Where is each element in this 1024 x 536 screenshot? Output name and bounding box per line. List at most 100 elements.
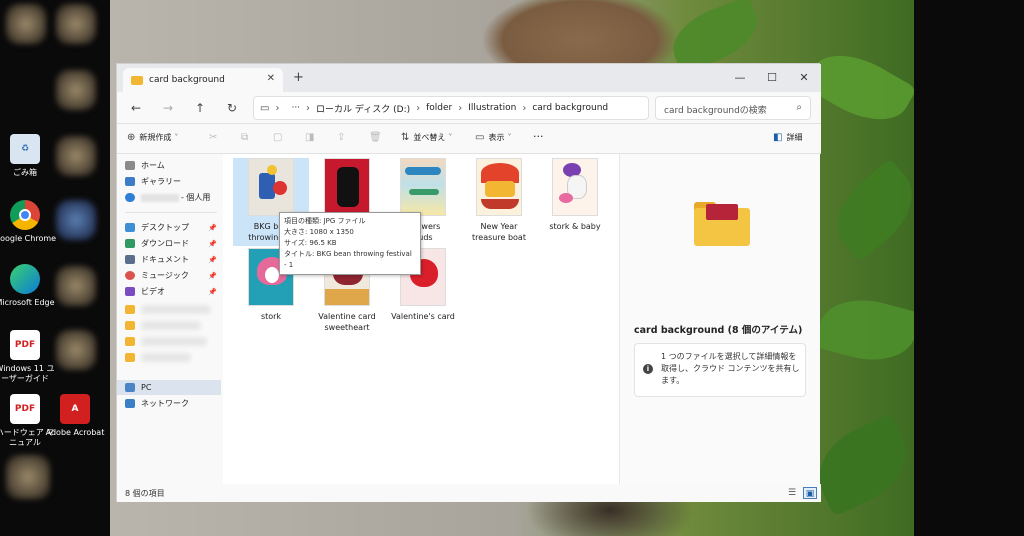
details-pane-icon: ◧: [773, 132, 783, 143]
rename-button[interactable]: ◨: [305, 132, 318, 143]
blurred-icon: [56, 70, 96, 110]
cut-button[interactable]: ✂: [209, 132, 221, 143]
breadcrumb-illustration[interactable]: Illustration: [468, 103, 516, 113]
sidebar-item-label: ギャラリー: [141, 177, 181, 186]
sidebar-item-videos[interactable]: ビデオ 📌: [125, 284, 221, 299]
search-input[interactable]: card backgroundの検索 ⌕: [655, 96, 811, 120]
sidebar-item-desktop[interactable]: デスクトップ 📌: [125, 220, 221, 235]
list-icon: ☰: [787, 488, 797, 498]
tab-card-background[interactable]: card background ✕: [123, 68, 283, 92]
paste-icon: ▢: [273, 132, 283, 143]
desktop-icon-label: Windows 11 ユーザーガイド: [0, 364, 55, 383]
back-button[interactable]: ←: [127, 100, 145, 116]
desktop-icon-label: Adobe Acrobat: [45, 428, 105, 437]
chevron-right-icon: ›: [458, 102, 463, 114]
desktop-folder-icon: [125, 223, 135, 232]
desktop-icon-label: Google Chrome: [0, 234, 57, 243]
blurred-icon: [56, 4, 96, 44]
sidebar-item-home[interactable]: ホーム: [125, 158, 221, 173]
sidebar-item-onedrive[interactable]: - 個人用: [125, 190, 221, 205]
blurred-icon: [56, 136, 96, 176]
sort-icon: ⇅: [401, 132, 410, 143]
sort-button[interactable]: ⇅ 並べ替え ˅: [401, 132, 452, 143]
more-label: ···: [533, 130, 544, 143]
details-message: 1 つのファイルを選択して詳細情報を取得し、クラウド コンテンツを共有します。: [661, 352, 800, 385]
sidebar-item-redacted[interactable]: [125, 318, 221, 333]
desktop-icon-chrome[interactable]: Google Chrome: [0, 200, 57, 244]
view-button[interactable]: ▭ 表示 ˅: [475, 132, 511, 143]
breadcrumb-card-background[interactable]: card background: [532, 103, 608, 113]
monitor-icon: ▭: [260, 102, 270, 114]
delete-button[interactable]: 🗑: [369, 132, 386, 143]
sidebar-item-label: ネットワーク: [141, 399, 189, 408]
sidebar-item-gallery[interactable]: ギャラリー: [125, 174, 221, 189]
copy-icon: ⧉: [241, 132, 249, 143]
pin-icon: 📌: [208, 239, 217, 248]
more-button[interactable]: ···: [533, 130, 544, 143]
paste-button[interactable]: ▢: [273, 132, 286, 143]
new-tab-button[interactable]: +: [293, 70, 304, 85]
view-icon: ▭: [475, 132, 485, 143]
close-window-button[interactable]: ✕: [787, 66, 821, 88]
up-button[interactable]: ↑: [191, 100, 209, 116]
home-icon: [125, 161, 135, 170]
chevron-down-icon: ˅: [448, 133, 453, 142]
breadcrumb-more[interactable]: ···: [291, 103, 300, 113]
sidebar-item-music[interactable]: ミュージック 📌: [125, 268, 221, 283]
sidebar-item-downloads[interactable]: ダウンロード 📌: [125, 236, 221, 251]
address-bar[interactable]: ▭ › ··· › ローカル ディスク (D:) › folder › Illu…: [253, 96, 649, 120]
tab-title: card background: [149, 75, 225, 85]
desktop-icon-win11-guide[interactable]: PDF Windows 11 ユーザーガイド: [0, 330, 57, 384]
details-pane: card background (8 個のアイテム) i 1 つのファイルを選択…: [619, 154, 820, 484]
minimize-button[interactable]: —: [723, 66, 757, 88]
file-list: BKG bea throwing fe r flowers ouds New Y…: [223, 154, 619, 484]
sort-label: 並べ替え: [413, 133, 446, 142]
gallery-icon: [125, 177, 135, 186]
pin-icon: 📌: [208, 255, 217, 264]
pc-icon: [125, 383, 135, 392]
breadcrumb-folder[interactable]: folder: [426, 103, 452, 113]
tiles-view-button[interactable]: ▣: [803, 487, 817, 499]
desktop-icon-edge[interactable]: Microsoft Edge: [0, 264, 57, 308]
edge-icon: [10, 264, 40, 294]
trash-icon: 🗑: [369, 132, 382, 143]
item-count: 8 個の項目: [125, 489, 165, 498]
leaf: [821, 158, 929, 262]
chevron-down-icon: ˅: [174, 133, 179, 142]
refresh-button[interactable]: ↻: [223, 100, 241, 116]
acrobat-icon: A: [60, 394, 90, 424]
plus-circle-icon: ⊕: [127, 132, 136, 143]
search-icon: ⌕: [796, 102, 802, 113]
video-icon: [125, 287, 135, 296]
copy-button[interactable]: ⧉: [241, 132, 252, 143]
sidebar-item-redacted[interactable]: [125, 334, 221, 349]
share-button[interactable]: ⇪: [337, 132, 349, 143]
file-tooltip: 項目の種類: JPG ファイル 大きさ: 1080 x 1350 サイズ: 96…: [279, 212, 421, 275]
sidebar-item-pc[interactable]: PC: [117, 380, 221, 395]
blurred-icon: [6, 4, 46, 44]
folder-icon: [125, 321, 135, 330]
file-item-new-year-boat[interactable]: New Year treasure boat: [461, 158, 537, 243]
file-name: stork: [260, 312, 282, 321]
sidebar-item-documents[interactable]: ドキュメント 📌: [125, 252, 221, 267]
details-view-button[interactable]: ☰: [785, 487, 799, 499]
new-button[interactable]: ⊕ 新規作成 ˅: [127, 132, 178, 143]
desktop-icon-acrobat[interactable]: A Adobe Acrobat: [43, 394, 107, 438]
pin-icon: 📌: [208, 271, 217, 280]
redacted-label: [141, 305, 211, 314]
folder-preview-icon: [694, 202, 750, 246]
sidebar-item-redacted[interactable]: [125, 302, 221, 317]
forward-button[interactable]: →: [159, 100, 177, 116]
close-tab-icon[interactable]: ✕: [267, 73, 275, 84]
desktop-icon-recycle[interactable]: ♻ ごみ箱: [0, 134, 57, 178]
file-item-stork-baby[interactable]: stork & baby: [537, 158, 613, 232]
maximize-button[interactable]: ☐: [755, 66, 789, 88]
breadcrumb-drive[interactable]: ローカル ディスク (D:): [316, 102, 410, 115]
sidebar-item-redacted[interactable]: [125, 350, 221, 365]
rename-icon: ◨: [305, 132, 315, 143]
sidebar-item-network[interactable]: ネットワーク: [125, 396, 221, 411]
music-icon: [125, 271, 135, 280]
folder-icon: [125, 353, 135, 362]
details-pane-button[interactable]: ◧ 詳細: [773, 132, 802, 143]
blurred-icon: [56, 200, 96, 240]
